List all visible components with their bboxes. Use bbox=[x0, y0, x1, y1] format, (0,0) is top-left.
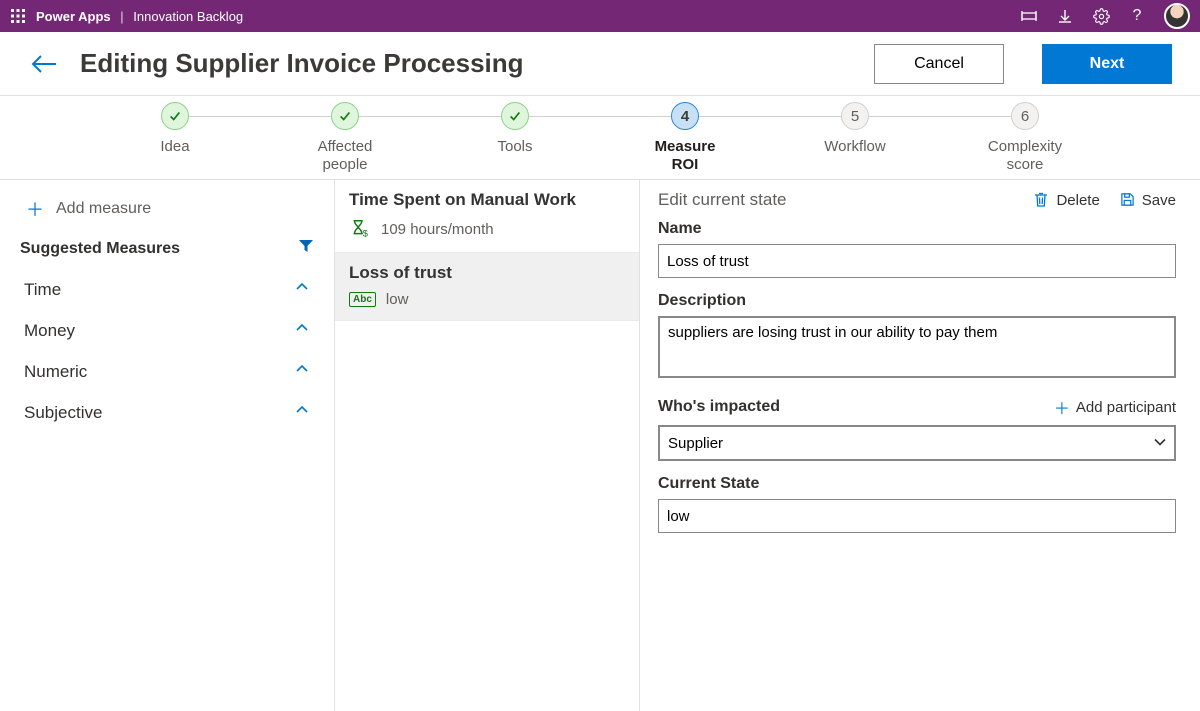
delete-label: Delete bbox=[1056, 192, 1099, 209]
measure-item[interactable]: Loss of trust Abclow bbox=[335, 253, 639, 321]
abc-icon: Abc bbox=[349, 292, 376, 307]
category-numeric[interactable]: Numeric bbox=[20, 351, 314, 392]
cancel-button[interactable]: Cancel bbox=[874, 44, 1004, 84]
category-time[interactable]: Time bbox=[20, 269, 314, 310]
category-money[interactable]: Money bbox=[20, 310, 314, 351]
chevron-up-icon bbox=[294, 279, 310, 300]
step-idea[interactable]: Idea bbox=[130, 102, 220, 179]
chevron-up-icon bbox=[294, 361, 310, 382]
step-number: 6 bbox=[1011, 102, 1039, 130]
chevron-up-icon bbox=[294, 320, 310, 341]
title-separator: | bbox=[114, 9, 129, 24]
delete-button[interactable]: Delete bbox=[1034, 192, 1099, 209]
add-participant-label: Add participant bbox=[1076, 399, 1176, 416]
help-icon[interactable]: ? bbox=[1128, 7, 1146, 25]
sidebar: ＋ Add measure Suggested Measures Time Mon… bbox=[0, 180, 335, 711]
measure-meta: 109 hours/month bbox=[381, 221, 494, 238]
save-button[interactable]: Save bbox=[1120, 192, 1176, 209]
check-icon bbox=[331, 102, 359, 130]
app-name[interactable]: Power Apps bbox=[36, 9, 111, 24]
step-complexity-score[interactable]: 6 Complexityscore bbox=[980, 102, 1070, 179]
save-label: Save bbox=[1142, 192, 1176, 209]
svg-text:$: $ bbox=[363, 228, 368, 238]
detail-pane: Edit current state Delete Save Name Desc… bbox=[640, 180, 1200, 711]
impacted-label: Who's impacted bbox=[658, 398, 780, 416]
measure-title: Time Spent on Manual Work bbox=[349, 190, 625, 210]
step-label: Complexityscore bbox=[988, 138, 1062, 174]
name-label: Name bbox=[658, 220, 1176, 238]
impacted-select[interactable]: Supplier bbox=[658, 425, 1176, 461]
step-affected-people[interactable]: Affectedpeople bbox=[300, 102, 390, 179]
add-measure-button[interactable]: ＋ Add measure bbox=[20, 190, 314, 232]
add-measure-label: Add measure bbox=[56, 200, 151, 218]
measure-item[interactable]: Time Spent on Manual Work $109 hours/mont… bbox=[335, 180, 639, 253]
step-measure-roi[interactable]: 4 MeasureROI bbox=[640, 102, 730, 179]
page-title: Editing Supplier Invoice Processing bbox=[80, 48, 524, 79]
module-name[interactable]: Innovation Backlog bbox=[133, 9, 243, 24]
step-number: 5 bbox=[841, 102, 869, 130]
category-subjective[interactable]: Subjective bbox=[20, 392, 314, 433]
download-icon[interactable] bbox=[1056, 7, 1074, 25]
step-label: MeasureROI bbox=[655, 138, 716, 174]
filter-icon[interactable] bbox=[298, 238, 314, 259]
step-label: Affectedpeople bbox=[318, 138, 373, 174]
step-label: Idea bbox=[160, 138, 189, 156]
step-label: Workflow bbox=[824, 138, 885, 156]
current-state-field[interactable] bbox=[658, 499, 1176, 533]
back-button[interactable] bbox=[28, 48, 60, 80]
suggested-measures-header: Suggested Measures bbox=[20, 240, 180, 258]
check-icon bbox=[501, 102, 529, 130]
edit-state-title: Edit current state bbox=[658, 190, 787, 210]
category-label: Time bbox=[24, 280, 61, 300]
save-icon bbox=[1120, 192, 1136, 208]
name-field[interactable] bbox=[658, 244, 1176, 278]
measure-title: Loss of trust bbox=[349, 263, 625, 283]
step-number: 4 bbox=[671, 102, 699, 130]
measure-meta: low bbox=[386, 291, 409, 308]
avatar[interactable] bbox=[1164, 3, 1190, 29]
category-label: Numeric bbox=[24, 362, 87, 382]
trash-icon bbox=[1034, 192, 1050, 208]
app-title: Power Apps | Innovation Backlog bbox=[36, 9, 243, 24]
gear-icon[interactable] bbox=[1092, 7, 1110, 25]
hourglass-dollar-icon: $ bbox=[349, 218, 371, 240]
stepper: Idea Affectedpeople Tools 4 MeasureROI 5 Workf… bbox=[0, 96, 1200, 180]
description-label: Description bbox=[658, 292, 1176, 310]
add-participant-button[interactable]: ＋ Add participant bbox=[1054, 395, 1176, 419]
category-label: Money bbox=[24, 321, 75, 341]
step-tools[interactable]: Tools bbox=[470, 102, 560, 179]
description-field[interactable] bbox=[658, 316, 1176, 378]
step-workflow[interactable]: 5 Workflow bbox=[810, 102, 900, 179]
check-icon bbox=[161, 102, 189, 130]
fit-icon[interactable] bbox=[1020, 7, 1038, 25]
plus-icon: ＋ bbox=[1054, 395, 1070, 419]
command-bar: Editing Supplier Invoice Processing Canc… bbox=[0, 32, 1200, 96]
waffle-icon[interactable] bbox=[10, 8, 26, 24]
step-label: Tools bbox=[497, 138, 532, 156]
next-button[interactable]: Next bbox=[1042, 44, 1172, 84]
chevron-up-icon bbox=[294, 402, 310, 423]
current-state-label: Current State bbox=[658, 475, 1176, 493]
measure-list: Time Spent on Manual Work $109 hours/mont… bbox=[335, 180, 640, 711]
app-header: Power Apps | Innovation Backlog ? bbox=[0, 0, 1200, 32]
category-label: Subjective bbox=[24, 403, 102, 423]
plus-icon: ＋ bbox=[26, 196, 44, 222]
